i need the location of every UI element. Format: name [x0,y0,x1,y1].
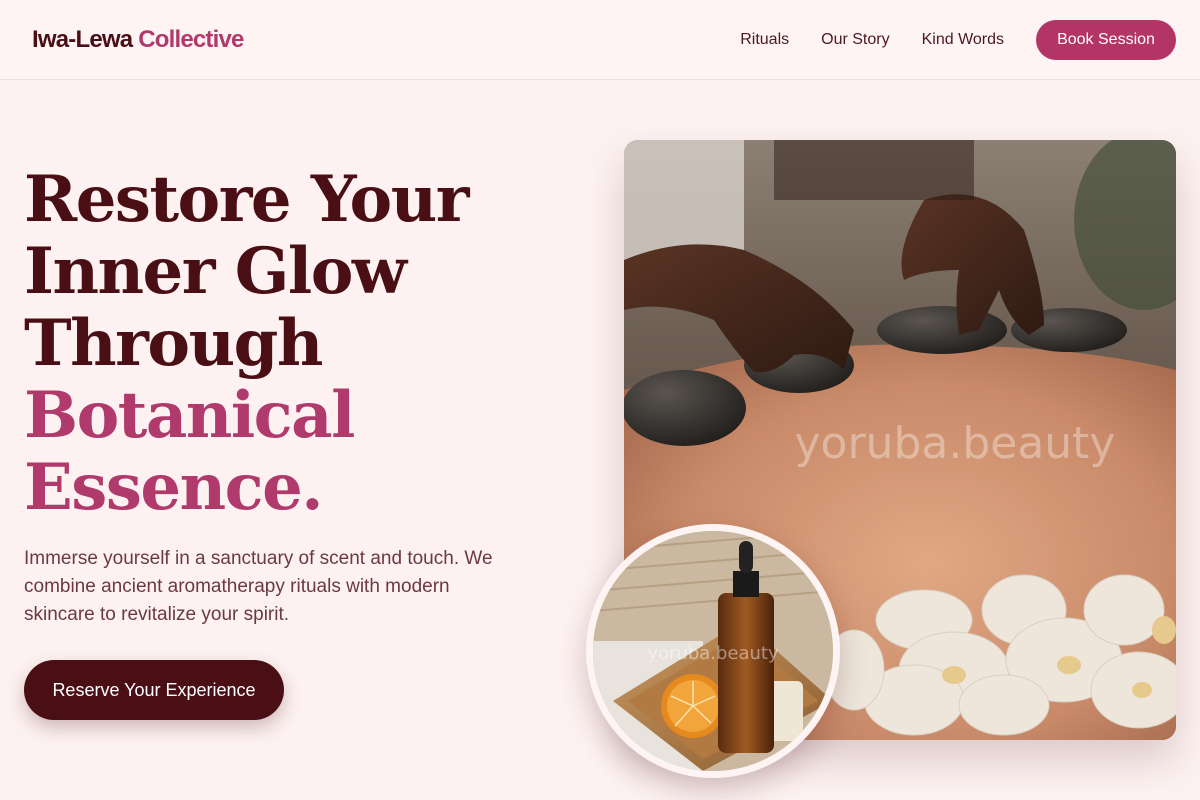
hero-heading-accent-line-2: Essence. [24,450,324,525]
reserve-experience-button[interactable]: Reserve Your Experience [24,660,284,720]
nav-link-our-story[interactable]: Our Story [821,20,889,60]
hero-heading-line-3: Through [24,306,323,381]
essential-oil-bottle-image: yoruba.beauty [586,524,840,778]
hero-heading-line-1: Restore Your [24,162,469,237]
nav-link-kind-words[interactable]: Kind Words [922,20,1004,60]
main-nav: Rituals Our Story Kind Words Book Sessio… [740,20,1176,60]
main-image-watermark: yoruba.beauty [794,418,1116,469]
hero-heading-line-2: Inner Glow [24,234,407,309]
inset-image-watermark: yoruba.beauty [647,643,779,664]
site-header: Iwa-Lewa Collective Rituals Our Story Ki… [0,0,1200,80]
hero-heading-accent-line-1: Botanical [24,378,355,453]
logo-word-primary: Iwa-Lewa [32,26,133,53]
book-session-button[interactable]: Book Session [1036,20,1176,60]
nav-link-rituals[interactable]: Rituals [740,20,789,60]
brand-logo[interactable]: Iwa-Lewa Collective [32,26,244,54]
hero-description: Immerse yourself in a sanctuary of scent… [24,548,493,625]
logo-word-accent: Collective [138,26,244,53]
hero-heading: Restore Your Inner Glow Through Botanica… [24,164,564,524]
